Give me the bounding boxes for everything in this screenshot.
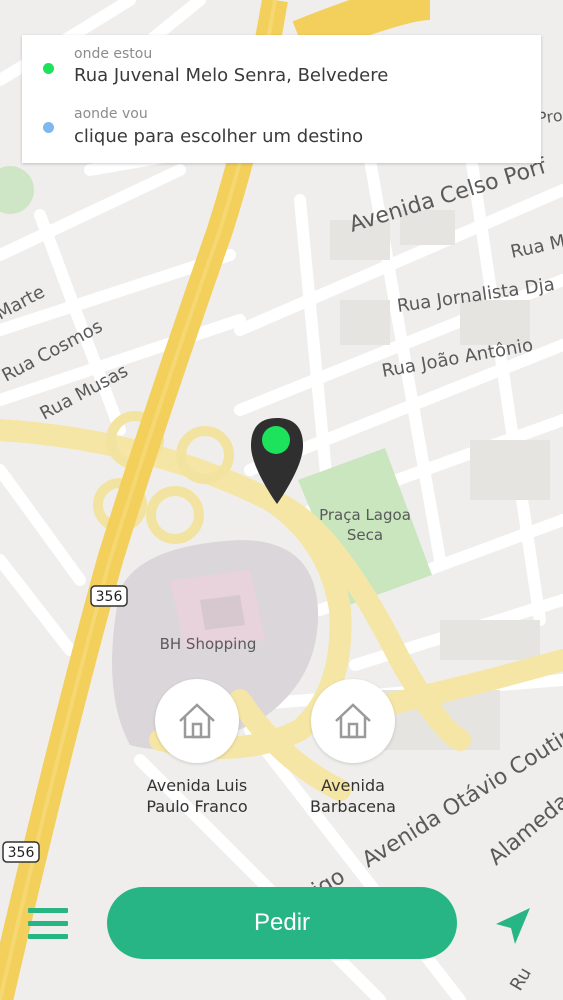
favorite-label: Avenida Barbacena [310, 776, 396, 816]
favorite-button[interactable] [311, 679, 395, 763]
favorite-label: Avenida Luis Paulo Franco [146, 776, 248, 816]
request-ride-button[interactable]: Pedir [107, 887, 457, 959]
favorite-button[interactable] [155, 679, 239, 763]
address-card: onde estou Rua Juvenal Melo Senra, Belve… [22, 35, 541, 163]
park-label: Praça Lagoa [319, 506, 411, 524]
favorite-place-1[interactable]: Avenida Luis Paulo Franco [122, 679, 272, 817]
navigation-arrow-icon[interactable] [494, 906, 532, 946]
home-icon [335, 703, 371, 739]
destination-dot-icon [43, 122, 54, 133]
destination-caption: aonde vou [74, 106, 148, 122]
route-shield: 356 [90, 585, 128, 607]
destination-input[interactable]: clique para escolher um destino [74, 126, 363, 147]
destination-row[interactable]: aonde vou clique para escolher um destin… [22, 97, 541, 157]
origin-value: Rua Juvenal Melo Senra, Belvedere [74, 65, 389, 86]
origin-caption: onde estou [74, 46, 153, 62]
origin-row[interactable]: onde estou Rua Juvenal Melo Senra, Belve… [22, 35, 541, 95]
park-label: Seca [347, 526, 383, 544]
svg-text:356: 356 [8, 845, 35, 861]
svg-text:356: 356 [96, 589, 123, 605]
favorite-place-2[interactable]: Avenida Barbacena [278, 679, 428, 817]
origin-dot-icon [43, 63, 54, 74]
mall-label: BH Shopping [160, 635, 257, 653]
route-shield: 356 [2, 841, 40, 863]
home-icon [179, 703, 215, 739]
hamburger-menu-icon[interactable] [28, 906, 70, 942]
